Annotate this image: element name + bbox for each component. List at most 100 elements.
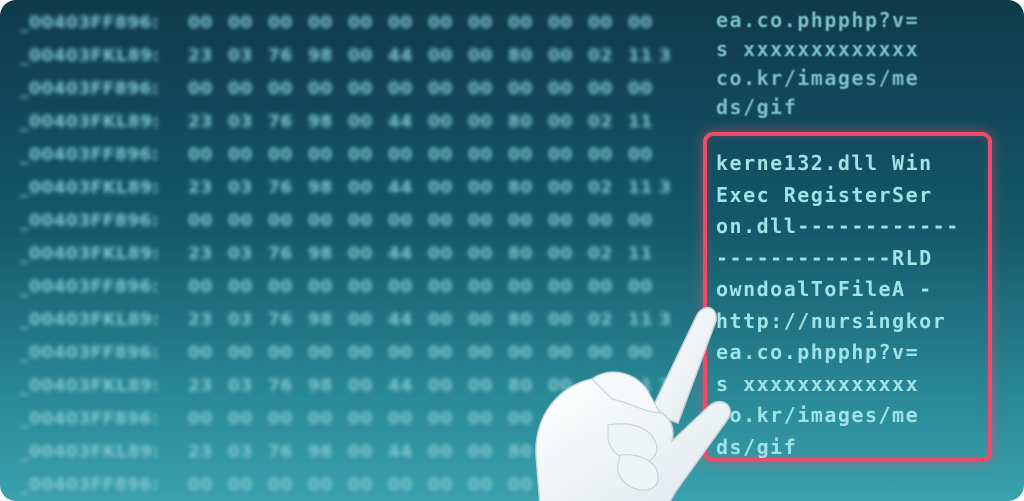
hex-byte: 44 — [388, 442, 413, 462]
hex-byte: 00 — [348, 277, 373, 297]
hex-byte: 00 — [428, 277, 453, 297]
hex-row: _00403FF896: 00 00 00 00 00 00 00 00 00 00 00 00 — [20, 8, 668, 38]
hex-byte: 00 — [428, 244, 453, 264]
hex-address: _00403FKL89: — [20, 244, 160, 264]
hex-address: _00403FKL89: — [20, 46, 160, 66]
hex-byte: 00 — [348, 178, 373, 198]
hex-byte: 00 — [588, 79, 613, 99]
hex-byte: 00 — [348, 79, 373, 99]
hex-byte: 00 — [548, 79, 573, 99]
hex-byte: 44 — [388, 46, 413, 66]
hex-byte: 00 — [428, 310, 453, 330]
hex-byte: 11 — [628, 112, 653, 132]
hex-byte: 00 — [428, 442, 453, 462]
hex-byte: 76 — [268, 442, 293, 462]
hex-byte: 00 — [188, 13, 213, 33]
hex-byte: 00 — [188, 145, 213, 165]
highlighted-string-line: Exec RegisterSer — [716, 182, 933, 207]
hex-byte: 80 — [508, 244, 533, 264]
hex-byte: 00 — [228, 409, 253, 429]
highlighted-string-line: on.dll------------ — [716, 214, 960, 238]
hex-byte: 00 — [268, 475, 293, 495]
hex-byte: 00 — [468, 145, 493, 165]
hex-byte: 00 — [428, 376, 453, 396]
hex-byte: 76 — [268, 376, 293, 396]
hex-byte: 00 — [228, 145, 253, 165]
hex-byte: 00 — [388, 475, 413, 495]
hex-byte: 98 — [308, 376, 333, 396]
hex-byte: 00 — [428, 475, 453, 495]
hex-byte: 98 — [308, 442, 333, 462]
hex-address: _00403FKL89: — [20, 376, 160, 396]
hex-byte: 00 — [508, 211, 533, 231]
hex-address: _00403FF896: — [20, 79, 160, 99]
hex-dump-illustration: _00403FF896: 00 00 00 00 00 00 00 00 00 00 00 00 _004… — [0, 0, 1024, 501]
hex-byte: 00 — [428, 13, 453, 33]
hex-byte: 00 — [428, 79, 453, 99]
hex-byte: 76 — [268, 244, 293, 264]
hex-byte: 00 — [548, 178, 573, 198]
hex-byte: 00 — [348, 244, 373, 264]
hex-byte: 00 — [188, 277, 213, 297]
hex-byte: 00 — [468, 178, 493, 198]
hex-byte: 23 — [188, 46, 213, 66]
hex-byte: 00 — [308, 145, 333, 165]
hex-byte: 00 — [348, 475, 373, 495]
hex-byte: 00 — [628, 277, 653, 297]
hex-address: _00403FF896: — [20, 475, 160, 495]
hex-address: _00403FKL89: — [20, 442, 160, 462]
hex-byte: 00 — [388, 343, 413, 363]
hex-byte: 03 — [228, 112, 253, 132]
hex-byte: 03 — [228, 178, 253, 198]
hex-byte: 00 — [468, 244, 493, 264]
hex-byte: 76 — [268, 310, 293, 330]
hex-byte: 76 — [268, 178, 293, 198]
hex-byte: 00 — [588, 145, 613, 165]
hex-address: _00403FKL89: — [20, 112, 160, 132]
hex-address: _00403FKL89: — [20, 310, 160, 330]
hex-byte: 00 — [428, 178, 453, 198]
hex-byte: 00 — [508, 13, 533, 33]
hex-byte: 00 — [348, 145, 373, 165]
hex-byte: 98 — [308, 46, 333, 66]
hex-byte: 00 — [548, 112, 573, 132]
hex-byte: 03 — [228, 244, 253, 264]
hex-byte: 00 — [348, 46, 373, 66]
hex-byte: 00 — [268, 13, 293, 33]
hex-byte: 00 — [508, 79, 533, 99]
hex-byte: 00 — [628, 211, 653, 231]
hex-address: _00403FKL89: — [20, 178, 160, 198]
hex-row: _00403FF896: 00 00 00 00 00 00 00 00 00 00 00 00 — [20, 206, 668, 236]
hex-byte: 00 — [188, 475, 213, 495]
hex-byte: 00 — [188, 343, 213, 363]
hex-byte: 00 — [348, 310, 373, 330]
hex-byte: 00 — [388, 211, 413, 231]
hex-byte: 00 — [308, 277, 333, 297]
hex-byte: 00 — [348, 13, 373, 33]
hex-byte: 80 — [508, 112, 533, 132]
hex-row: _00403FF896: 00 00 00 00 00 00 00 00 00 00 00 00 — [20, 74, 668, 104]
hex-byte: 00 — [308, 343, 333, 363]
hex-byte: 00 — [308, 13, 333, 33]
hex-byte: 00 — [268, 79, 293, 99]
hex-byte: 00 — [268, 211, 293, 231]
hex-byte: 00 — [428, 46, 453, 66]
hex-byte: 00 — [308, 211, 333, 231]
hex-byte: 00 — [548, 244, 573, 264]
hex-byte: 00 — [388, 409, 413, 429]
hex-byte: 00 — [268, 145, 293, 165]
hex-row: _00403FKL89: 23 03 76 98 00 44 00 00 80 00 02 11 3 — [20, 41, 672, 71]
hex-byte: 00 — [428, 112, 453, 132]
hex-byte: 11 — [628, 244, 653, 264]
hex-byte: 11 3 — [628, 46, 672, 66]
hex-byte: 00 — [548, 13, 573, 33]
hex-byte: 76 — [268, 112, 293, 132]
hex-byte: 00 — [228, 277, 253, 297]
hex-byte: 00 — [468, 112, 493, 132]
hex-byte: 00 — [228, 13, 253, 33]
hex-byte: 00 — [588, 211, 613, 231]
hex-byte: 00 — [348, 409, 373, 429]
hex-byte: 00 — [228, 343, 253, 363]
hex-byte: 00 — [348, 376, 373, 396]
hex-byte: 00 — [308, 79, 333, 99]
